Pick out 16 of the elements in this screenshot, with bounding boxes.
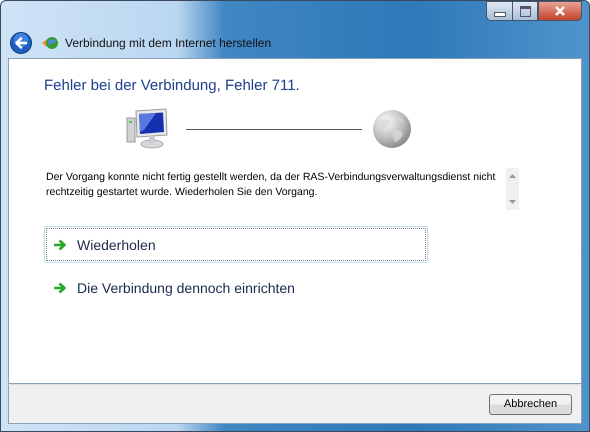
- error-message: Der Vorgang konnte nicht fertig gestellt werden, da der RAS-Verbindungsverwaltungsdienst nicht rechtzeitig gestartet wurde. Wiederholen Sie den Vorgang.: [45, 170, 496, 200]
- close-button[interactable]: [538, 1, 582, 21]
- maximize-button[interactable]: [512, 1, 538, 21]
- command-link[interactable]: Wiederholen: [44, 226, 428, 263]
- cancel-button[interactable]: Abbrechen: [489, 394, 572, 414]
- minimize-button[interactable]: [486, 1, 512, 21]
- arrow-icon: [53, 282, 67, 294]
- close-icon: [554, 6, 566, 16]
- computer-icon: [126, 108, 170, 150]
- command-link[interactable]: Die Verbindung dennoch einrichten: [44, 269, 428, 306]
- arrow-icon: [53, 238, 67, 250]
- globe-icon: [372, 109, 412, 149]
- network-globe-icon: [41, 36, 59, 50]
- window-title: Verbindung mit dem Internet herstellen: [65, 36, 272, 50]
- error-heading: Fehler bei der Verbindung, Fehler 711.: [44, 77, 301, 94]
- back-button[interactable]: [10, 32, 32, 54]
